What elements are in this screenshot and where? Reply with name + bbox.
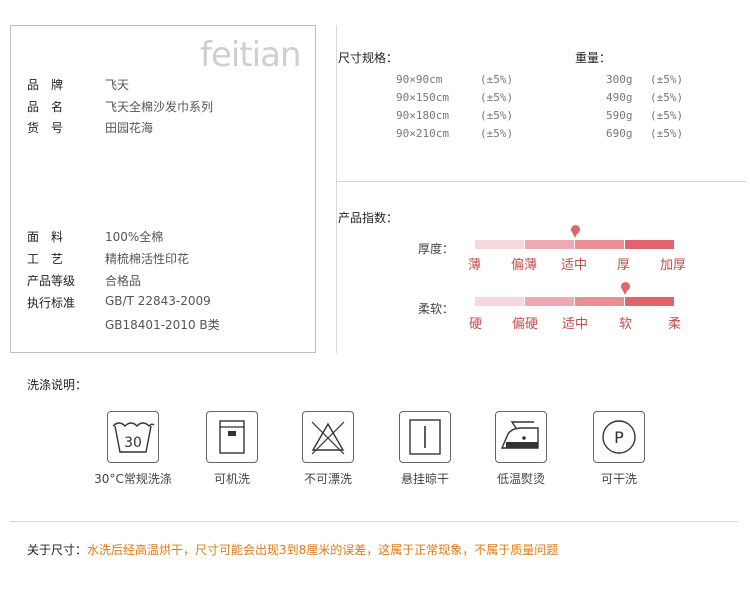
field-label-name: 品 名 (27, 100, 64, 114)
scale-word: 厚 (617, 258, 631, 273)
scale-marker-icon (571, 225, 580, 238)
scale-bar (475, 297, 675, 306)
scale-segment (475, 297, 524, 306)
field-value-standard: GB/T 22843-2009 (105, 294, 211, 308)
machine-wash-icon (206, 411, 258, 463)
weight-value: 300g (606, 73, 633, 86)
svg-text:P: P (614, 428, 624, 447)
wash-label: 低温熨烫 (496, 472, 545, 486)
scale-segment (575, 297, 624, 306)
weight-tolerance: (±5%) (650, 127, 684, 140)
weight-value: 690g (606, 127, 633, 140)
field-value-name: 飞天全棉沙发巾系列 (105, 100, 214, 114)
wash-30-icon: 30 (107, 411, 159, 463)
hang-dry-icon (399, 411, 451, 463)
brand-logo: feitian (200, 35, 301, 75)
wash-label: 悬挂晾干 (400, 472, 449, 486)
note-label: 关于尺寸： (27, 543, 88, 557)
right-divider (336, 181, 746, 182)
wash-label: 不可漂洗 (303, 472, 352, 486)
field-label-craft: 工 艺 (27, 252, 64, 266)
scale-segment (525, 297, 574, 306)
weight-title: 重量： (575, 51, 612, 65)
weight-tolerance: (±5%) (650, 91, 684, 104)
field-label-standard: 执行标准 (27, 296, 76, 310)
field-value-standard-2: GB18401-2010 B类 (105, 318, 220, 332)
dry-clean-icon: P (593, 411, 645, 463)
wash-label: 可机洗 (213, 472, 250, 486)
size-tolerance: (±5%) (480, 73, 514, 86)
note-text: 水洗后经高温烘干，尺寸可能会出现3到8厘米的误差，这属于正常现象，不属于质量问题 (87, 543, 559, 557)
wash-divider (10, 521, 738, 522)
field-label-fabric: 面 料 (27, 230, 64, 244)
scale-bar (475, 240, 675, 249)
scale-word: 薄 (468, 258, 482, 273)
size-value: 90×150cm (396, 91, 449, 104)
scale-word: 偏硬 (512, 317, 539, 332)
field-label-item-no: 货 号 (27, 121, 64, 135)
size-value: 90×90cm (396, 73, 443, 86)
scale-word: 适中 (561, 258, 588, 273)
weight-tolerance: (±5%) (650, 109, 684, 122)
size-tolerance: (±5%) (480, 91, 514, 104)
wash-label: 30°C常规洗涤 (94, 472, 172, 486)
scale-marker-icon (621, 282, 630, 295)
size-value: 90×180cm (396, 109, 449, 122)
weight-value: 590g (606, 109, 633, 122)
scale-segment (625, 240, 674, 249)
size-tolerance: (±5%) (480, 109, 514, 122)
vertical-divider (336, 25, 337, 353)
weight-value: 490g (606, 91, 633, 104)
field-value-fabric: 100%全棉 (105, 230, 164, 244)
index-title: 产品指数： (338, 211, 399, 225)
wash-label: 可干洗 (600, 472, 637, 486)
field-label-grade: 产品等级 (27, 274, 76, 288)
field-value-grade: 合格品 (105, 274, 142, 288)
size-value: 90×210cm (396, 127, 449, 140)
scale-label: 柔软： (418, 302, 455, 316)
scale-word: 柔 (668, 317, 682, 332)
scale-word: 偏薄 (511, 258, 538, 273)
weight-tolerance: (±5%) (650, 73, 684, 86)
scale-segment (525, 240, 574, 249)
field-label-brand: 品 牌 (27, 78, 64, 92)
field-value-brand: 飞天 (105, 78, 130, 92)
scale-word: 硬 (469, 317, 483, 332)
low-iron-icon (495, 411, 547, 463)
size-tolerance: (±5%) (480, 127, 514, 140)
field-value-item-no: 田园花海 (105, 121, 154, 135)
scale-segment (475, 240, 524, 249)
scale-segment (575, 240, 624, 249)
size-title: 尺寸规格： (338, 51, 399, 65)
scale-segment (625, 297, 674, 306)
svg-text:30: 30 (124, 435, 142, 451)
scale-word: 软 (619, 317, 633, 332)
no-bleach-icon (302, 411, 354, 463)
scale-word: 适中 (562, 317, 589, 332)
scale-word: 加厚 (660, 258, 687, 273)
field-value-craft: 精梳棉活性印花 (105, 252, 190, 266)
wash-title: 洗涤说明： (27, 378, 88, 392)
scale-label: 厚度： (418, 242, 455, 256)
